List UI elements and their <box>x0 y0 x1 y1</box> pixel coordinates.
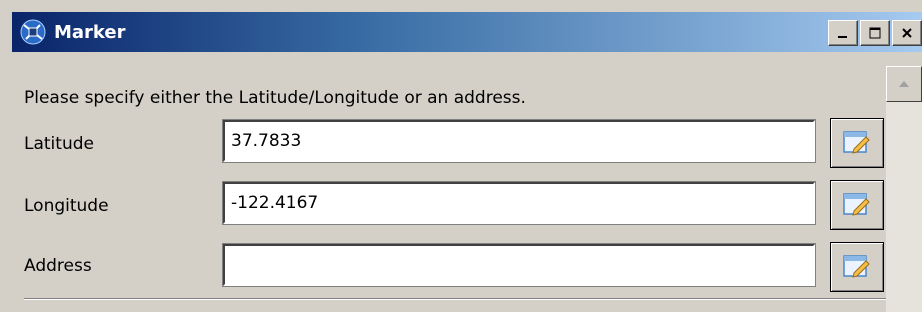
close-icon <box>902 28 912 38</box>
address-edit-button[interactable] <box>830 242 884 292</box>
latitude-input[interactable] <box>222 119 816 163</box>
address-label: Address <box>24 256 92 276</box>
satellite-icon <box>18 17 48 47</box>
separator <box>24 298 886 300</box>
vertical-scrollbar[interactable] <box>886 66 922 312</box>
scroll-up-button[interactable] <box>886 66 922 102</box>
edit-icon <box>843 131 870 154</box>
arrow-up-icon <box>899 81 909 87</box>
longitude-row: Longitude <box>12 180 892 232</box>
address-row: Address <box>12 242 892 294</box>
address-input[interactable] <box>222 243 816 287</box>
latitude-edit-button[interactable] <box>830 118 884 168</box>
longitude-input[interactable] <box>222 181 816 225</box>
minimize-icon <box>838 36 847 38</box>
window-title: Marker <box>54 21 126 43</box>
maximize-icon <box>869 27 881 39</box>
close-button[interactable] <box>892 20 922 46</box>
maximize-button[interactable] <box>860 20 890 46</box>
edit-icon <box>843 255 870 278</box>
dialog-body: Please specify either the Latitude/Longi… <box>12 52 892 312</box>
longitude-edit-button[interactable] <box>830 180 884 230</box>
longitude-label: Longitude <box>24 196 109 216</box>
title-bar[interactable]: Marker <box>12 12 922 52</box>
instruction-text: Please specify either the Latitude/Longi… <box>24 88 526 108</box>
latitude-row: Latitude <box>12 118 892 170</box>
minimize-button[interactable] <box>828 20 858 46</box>
edit-icon <box>843 193 870 216</box>
latitude-label: Latitude <box>24 134 94 154</box>
